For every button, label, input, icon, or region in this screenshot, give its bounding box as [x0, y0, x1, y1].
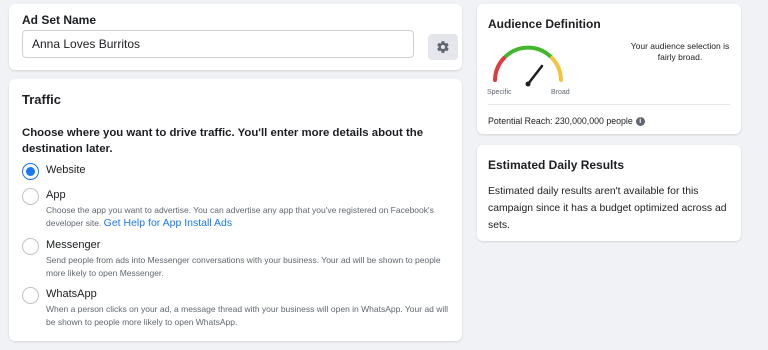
audience-definition-card: Audience Definition Specific Broad Your … — [477, 4, 741, 134]
option-help: Send people from ads into Messenger conv… — [46, 255, 441, 278]
daily-results-text: Estimated daily results aren't available… — [488, 186, 727, 231]
potential-reach-text: Potential Reach: 230,000,000 people — [488, 116, 633, 126]
settings-button[interactable] — [428, 34, 458, 60]
audience-title: Audience Definition — [488, 17, 601, 31]
audience-note: Your audience selection is fairly broad. — [630, 41, 730, 62]
potential-reach: Potential Reach: 230,000,000 people i — [488, 116, 645, 126]
radio-app[interactable] — [22, 188, 39, 205]
daily-results-title: Estimated Daily Results — [488, 158, 625, 172]
radio-website[interactable] — [22, 163, 39, 180]
audience-divider — [488, 104, 730, 105]
traffic-card: Traffic Choose where you want to drive t… — [9, 79, 462, 341]
option-label: Messenger — [46, 239, 101, 251]
gauge-green-arc — [503, 45, 553, 59]
gear-icon — [437, 41, 449, 53]
audience-gauge: Specific Broad — [487, 45, 570, 96]
option-help: Choose the app you want to advertise. Yo… — [46, 204, 454, 230]
option-help: When a person clicks on your ad, a messa… — [46, 304, 449, 327]
ad-set-name-label: Ad Set Name — [22, 13, 97, 27]
daily-results-card: Estimated Daily Results Estimated daily … — [477, 145, 741, 241]
gauge-red-arc — [493, 56, 506, 82]
ad-set-name-input[interactable] — [22, 30, 414, 58]
traffic-title: Traffic — [22, 92, 62, 107]
radio-messenger[interactable] — [22, 238, 39, 255]
gauge-yellow-arc — [550, 56, 563, 82]
radio-whatsapp[interactable] — [22, 287, 39, 304]
gauge-label-broad: Broad — [551, 89, 570, 96]
app-install-help-link[interactable]: Get Help for App Install Ads — [104, 217, 232, 229]
option-label: Website — [46, 164, 86, 176]
option-label: App — [46, 189, 66, 201]
option-label: WhatsApp — [46, 288, 97, 300]
traffic-description: Choose where you want to drive traffic. … — [22, 127, 424, 155]
info-icon[interactable]: i — [635, 116, 645, 126]
gauge-label-specific: Specific — [487, 89, 512, 96]
gauge-needle — [526, 64, 544, 86]
ad-set-name-card: Ad Set Name — [9, 4, 462, 70]
